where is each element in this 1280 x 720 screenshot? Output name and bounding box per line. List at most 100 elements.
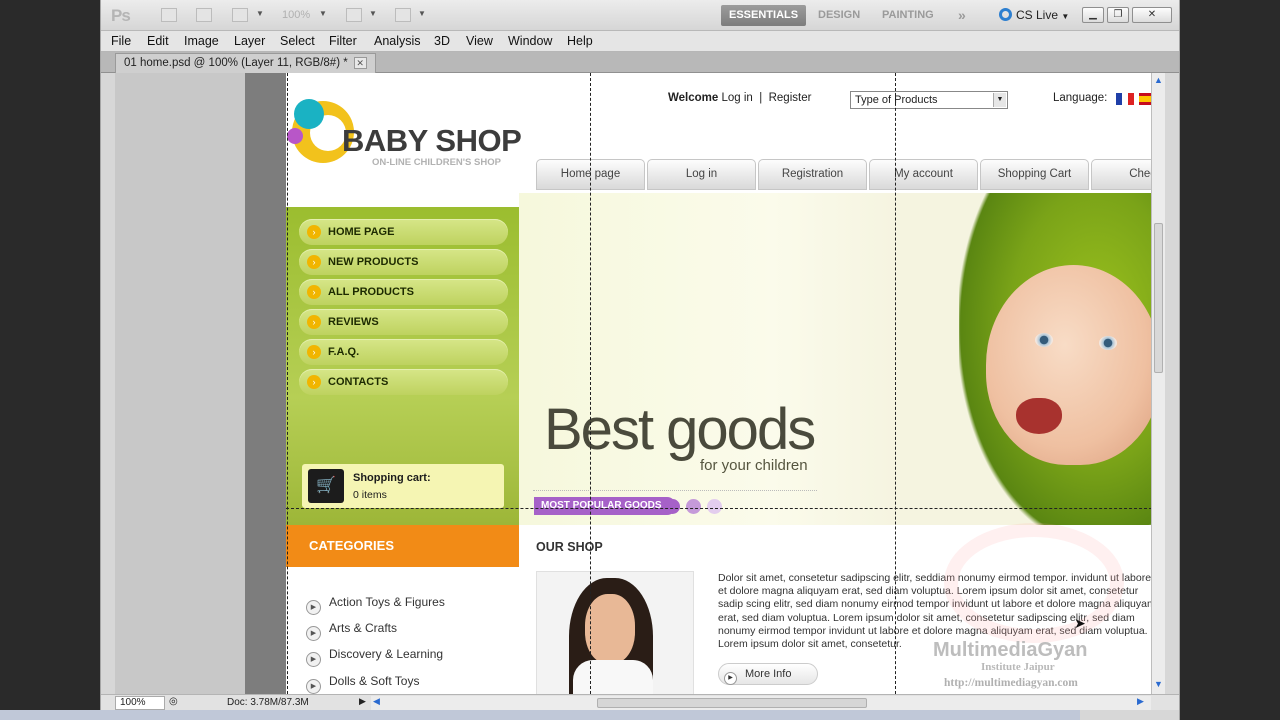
workspace-essentials[interactable]: ESSENTIALS bbox=[721, 5, 807, 26]
baby-eye-image bbox=[1099, 336, 1117, 350]
menu-help[interactable]: Help bbox=[567, 34, 593, 48]
menu-analysis[interactable]: Analysis bbox=[374, 34, 421, 48]
scroll-down-icon[interactable]: ▼ bbox=[1154, 679, 1163, 689]
chevron-down-icon[interactable]: ▼ bbox=[256, 9, 264, 18]
status-doc-size: Doc: 3.78M/87.3M bbox=[227, 697, 309, 708]
arrow-right-icon: › bbox=[307, 225, 321, 239]
side-nav-new-products[interactable]: › NEW PRODUCTS bbox=[299, 249, 508, 275]
vertical-scrollbar[interactable]: ▲ ▼ bbox=[1151, 73, 1165, 694]
side-nav-faq[interactable]: › F.A.Q. bbox=[299, 339, 508, 365]
welcome-bar: Welcome Log in | Register bbox=[668, 92, 811, 104]
menu-view[interactable]: View bbox=[466, 34, 493, 48]
website-mockup[interactable]: BABY SHOP ON-LINE CHILDREN'S SHOP Welcom… bbox=[286, 73, 1151, 694]
spanish-flag-icon[interactable] bbox=[1139, 93, 1151, 105]
most-popular-badge[interactable]: MOST POPULAR GOODS bbox=[534, 497, 676, 515]
category-action-toys[interactable]: ▶ Action Toys & Figures bbox=[306, 595, 445, 615]
zoom-level-field[interactable]: 100% bbox=[282, 9, 310, 21]
arrow-right-icon: › bbox=[307, 285, 321, 299]
baby-eye-image bbox=[1035, 333, 1053, 347]
menu-bar: File Edit Image Layer Select Filter Anal… bbox=[101, 31, 1179, 52]
french-flag-icon[interactable] bbox=[1116, 93, 1134, 105]
hero-subline: for your children bbox=[700, 457, 808, 474]
play-icon: ▶ bbox=[306, 652, 321, 667]
watermark-name: MultimediaGyan bbox=[933, 639, 1088, 661]
tab-my-account[interactable]: My account bbox=[869, 159, 978, 190]
tab-shopping-cart[interactable]: Shopping Cart bbox=[980, 159, 1089, 190]
chevron-down-icon[interactable]: ▼ bbox=[369, 9, 377, 18]
vertical-scroll-thumb[interactable] bbox=[1154, 223, 1163, 373]
mini-bridge-icon[interactable] bbox=[196, 8, 212, 22]
logo-subtitle: ON-LINE CHILDREN'S SHOP bbox=[372, 157, 501, 168]
photo-shirt bbox=[573, 660, 653, 694]
slider-dot[interactable] bbox=[707, 499, 722, 514]
menu-edit[interactable]: Edit bbox=[147, 34, 169, 48]
chevron-down-icon[interactable]: ▼ bbox=[418, 9, 426, 18]
bridge-icon[interactable] bbox=[161, 8, 177, 22]
guide-horizontal[interactable] bbox=[286, 508, 1151, 509]
maximize-button[interactable]: ❐ bbox=[1107, 7, 1129, 23]
baby-mouth-image bbox=[1016, 398, 1062, 434]
menu-layer[interactable]: Layer bbox=[234, 34, 265, 48]
play-icon: ▶ bbox=[306, 600, 321, 615]
slider-dot[interactable] bbox=[686, 499, 701, 514]
workspace-design[interactable]: DESIGN bbox=[810, 5, 868, 26]
side-nav-reviews[interactable]: › REVIEWS bbox=[299, 309, 508, 335]
register-link[interactable]: Register bbox=[769, 92, 812, 104]
scroll-right-icon[interactable]: ▶ bbox=[1137, 696, 1144, 707]
watermark-subtitle: Institute Jaipur bbox=[981, 661, 1055, 673]
workspace-painting[interactable]: PAINTING bbox=[874, 5, 942, 26]
status-menu-arrow-icon[interactable]: ▶ bbox=[359, 696, 366, 707]
photo-face bbox=[585, 594, 635, 664]
tab-log-in[interactable]: Log in bbox=[647, 159, 756, 190]
cs-live-menu[interactable]: CS Live ▼ bbox=[999, 8, 1069, 22]
menu-window[interactable]: Window bbox=[508, 34, 552, 48]
slider-dot-active[interactable] bbox=[665, 499, 680, 514]
side-nav-all-products[interactable]: › ALL PRODUCTS bbox=[299, 279, 508, 305]
scroll-up-icon[interactable]: ▲ bbox=[1154, 75, 1163, 85]
category-arts-crafts[interactable]: ▶ Arts & Crafts bbox=[306, 621, 397, 641]
status-info-icon[interactable]: ◎ bbox=[169, 696, 178, 707]
document-tab-title: 01 home.psd @ 100% (Layer 11, RGB/8#) * bbox=[124, 57, 348, 69]
type-of-products-select[interactable]: Type of Products ▼ bbox=[850, 91, 1008, 109]
play-icon: ▶ bbox=[724, 672, 737, 685]
category-dolls-soft-toys[interactable]: ▶ Dolls & Soft Toys bbox=[306, 674, 419, 694]
menu-3d[interactable]: 3D bbox=[434, 34, 450, 48]
tab-registration[interactable]: Registration bbox=[758, 159, 867, 190]
login-link[interactable]: Log in bbox=[721, 92, 752, 104]
scroll-left-icon[interactable]: ◀ bbox=[373, 696, 380, 707]
horizontal-scroll-thumb[interactable] bbox=[597, 698, 867, 708]
play-icon: ▶ bbox=[306, 626, 321, 641]
side-nav-contacts[interactable]: › CONTACTS bbox=[299, 369, 508, 395]
menu-select[interactable]: Select bbox=[280, 34, 315, 48]
arrange-documents-icon[interactable] bbox=[346, 8, 362, 22]
pasteboard[interactable]: BABY SHOP ON-LINE CHILDREN'S SHOP Welcom… bbox=[115, 73, 1151, 694]
menu-filter[interactable]: Filter bbox=[329, 34, 357, 48]
horizontal-scrollbar[interactable]: ◀ ▶ bbox=[371, 696, 1151, 710]
more-info-button[interactable]: ▶ More Info bbox=[718, 663, 818, 685]
category-label: Dolls & Soft Toys bbox=[329, 674, 420, 688]
logo-title: BABY SHOP bbox=[342, 123, 522, 158]
menu-file[interactable]: File bbox=[111, 34, 131, 48]
close-tab-icon[interactable]: ✕ bbox=[353, 57, 367, 69]
logo-circle-teal bbox=[294, 99, 324, 129]
screen-mode-icon[interactable] bbox=[395, 8, 411, 22]
watermark-url: http://multimediagyan.com bbox=[944, 677, 1078, 689]
guide-vertical[interactable] bbox=[590, 73, 591, 694]
view-extras-icon[interactable] bbox=[232, 8, 248, 22]
tab-checkout[interactable]: Check bbox=[1091, 159, 1151, 190]
shopping-cart-widget[interactable]: 🛒 Shopping cart: 0 items bbox=[302, 464, 504, 508]
category-discovery-learning[interactable]: ▶ Discovery & Learning bbox=[306, 647, 443, 667]
chevron-down-icon[interactable]: ▼ bbox=[319, 9, 327, 18]
guide-vertical[interactable] bbox=[287, 73, 288, 694]
close-button[interactable]: ✕ bbox=[1132, 7, 1172, 23]
category-label: Arts & Crafts bbox=[329, 621, 398, 635]
side-nav-home-page[interactable]: › HOME PAGE bbox=[299, 219, 508, 245]
minimize-button[interactable]: ▁ bbox=[1082, 7, 1104, 23]
shopping-cart-icon: 🛒 bbox=[308, 469, 344, 503]
welcome-separator: | bbox=[759, 92, 763, 104]
more-workspaces-icon[interactable]: » bbox=[950, 5, 974, 26]
guide-vertical[interactable] bbox=[895, 73, 896, 694]
menu-image[interactable]: Image bbox=[184, 34, 219, 48]
status-zoom-field[interactable]: 100% bbox=[115, 696, 165, 710]
document-tab[interactable]: 01 home.psd @ 100% (Layer 11, RGB/8#) * ✕ bbox=[115, 53, 376, 73]
